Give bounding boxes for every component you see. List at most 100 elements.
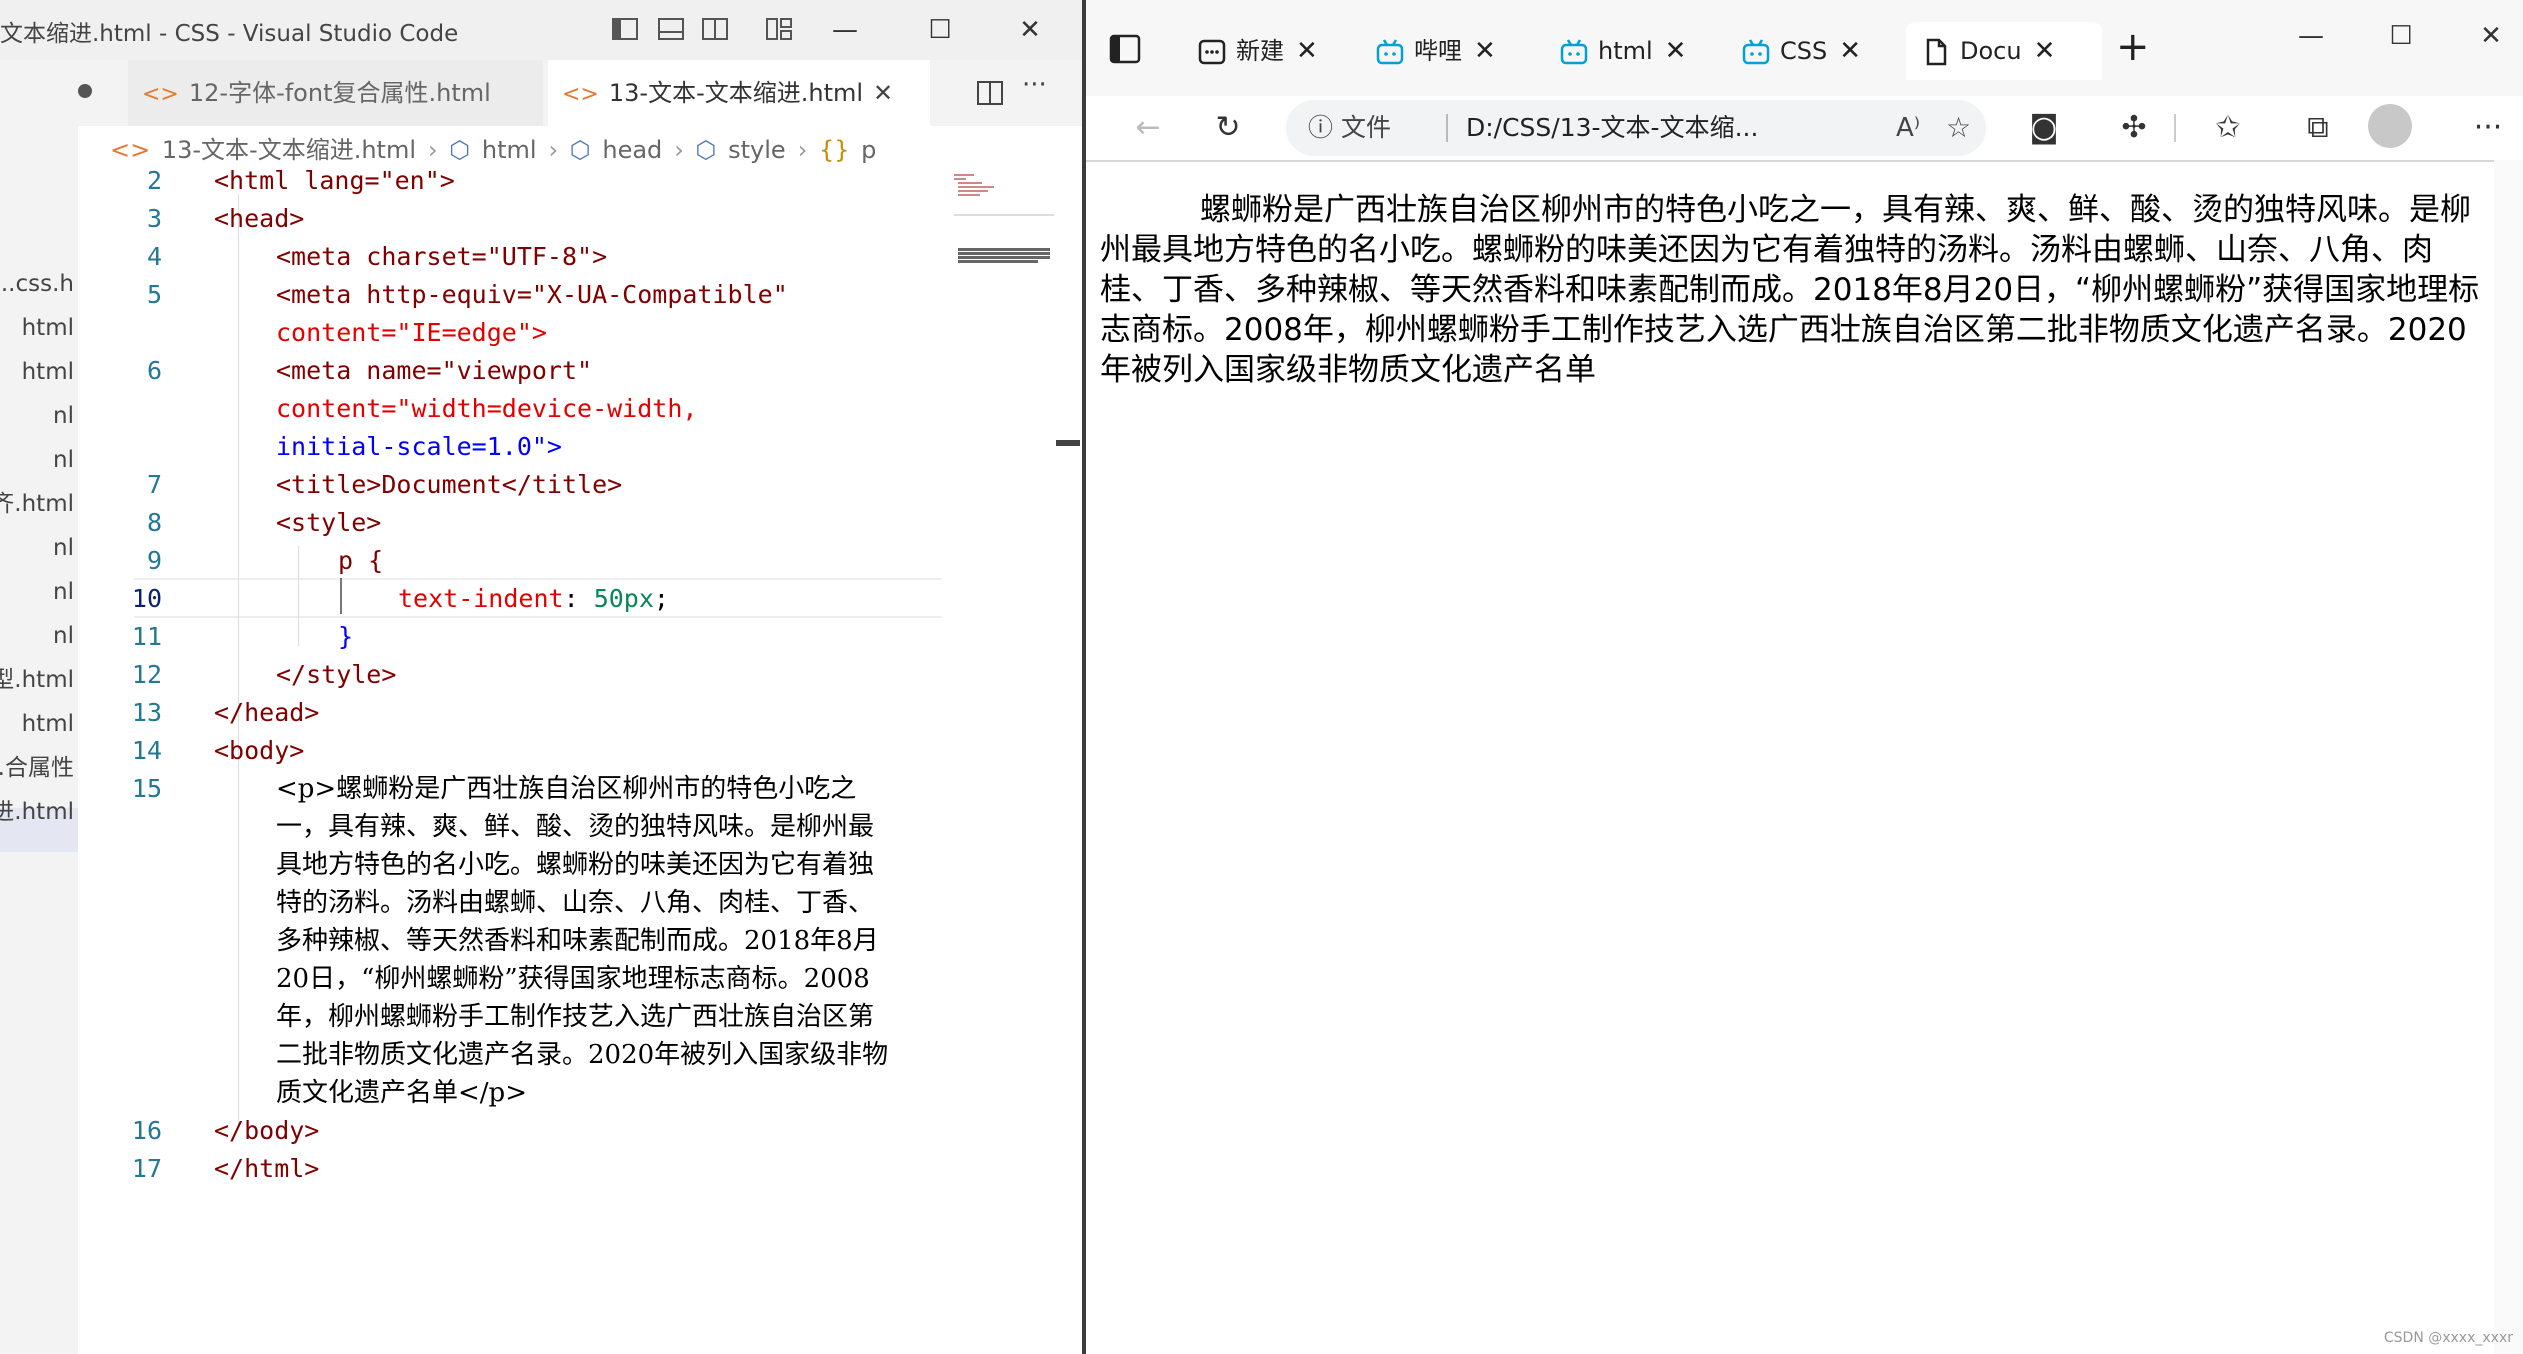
document-icon: [1926, 38, 1947, 66]
code-line: <title>Document</title>: [276, 470, 623, 499]
browser-tab-css[interactable]: CSS ✕: [1742, 22, 1861, 80]
explorer-item[interactable]: 进.html: [0, 790, 74, 834]
address-bar[interactable]: ⓘ 文件 D:/CSS/13-文本-文本缩... A⁾ ☆: [1286, 100, 1986, 156]
explorer-item[interactable]: nl: [0, 394, 74, 438]
close-tab-icon[interactable]: ✕: [1665, 36, 1687, 66]
code-line-paragraph: 20日，“柳州螺蛳粉”获得国家地理标志商标。2008: [276, 964, 870, 994]
line-number: 15: [131, 774, 162, 803]
close-tab-icon[interactable]: ✕: [1296, 36, 1318, 66]
tab-text-indent[interactable]: <> 13-文本-文本缩进.html ✕: [548, 60, 930, 126]
line-number: 9: [146, 546, 162, 575]
new-tab-button[interactable]: +: [2116, 24, 2150, 70]
line-number: 7: [146, 470, 162, 499]
extension-icon[interactable]: ◙: [2016, 100, 2072, 156]
edge-browser-window: 新建 ✕ 哔哩 ✕ html ✕ CSS ✕ Docu ✕ + — ☐ ✕ ← ↻ ⓘ 文…: [1086, 0, 2523, 1354]
window-title: 文本缩进.html - CSS - Visual Studio Code: [0, 21, 459, 47]
address-divider: [1446, 114, 1448, 142]
new-tab-icon: [1198, 39, 1226, 65]
explorer-item[interactable]: html: [0, 306, 74, 350]
explorer-item[interactable]: 合属性...: [0, 746, 74, 790]
code-line: </body>: [214, 1116, 320, 1145]
bilibili-icon: [1560, 39, 1588, 65]
extensions-icon[interactable]: ✣: [2106, 100, 2162, 156]
html-file-icon: <>: [562, 82, 599, 107]
breadcrumb-style[interactable]: style: [728, 136, 786, 164]
collections-icon[interactable]: ⧉: [2290, 100, 2346, 156]
selector-icon: {}: [818, 136, 850, 164]
vscode-titlebar: 文本缩进.html - CSS - Visual Studio Code — ☐…: [0, 0, 1082, 60]
explorer-item[interactable]: css.h...: [0, 262, 74, 306]
explorer-item[interactable]: 齐.html: [0, 482, 74, 526]
code-line: <html lang="en">: [214, 166, 455, 195]
url-text[interactable]: D:/CSS/13-文本-文本缩...: [1466, 100, 1758, 156]
code-line: content="IE=edge">: [276, 318, 547, 347]
tab-actions-icon[interactable]: [1108, 32, 1142, 66]
back-button[interactable]: ←: [1120, 100, 1176, 156]
explorer-item[interactable]: nl: [0, 438, 74, 482]
tab-label: 13-文本-文本缩进.html: [608, 79, 864, 107]
close-tab-icon[interactable]: ✕: [1474, 36, 1496, 66]
split-editor-icon[interactable]: [975, 78, 1005, 108]
refresh-button[interactable]: ↻: [1200, 100, 1256, 156]
minimize-button[interactable]: —: [2286, 14, 2336, 58]
breadcrumb-file[interactable]: 13-文本-文本缩进.html: [162, 136, 416, 164]
add-favorite-icon[interactable]: ☆: [1946, 100, 1971, 156]
breadcrumb-html[interactable]: html: [482, 136, 537, 164]
maximize-button[interactable]: ☐: [915, 8, 965, 52]
favorites-icon[interactable]: ✩: [2200, 100, 2256, 156]
css-property: text-indent: [398, 584, 564, 613]
text-cursor: [340, 578, 342, 614]
code-line-paragraph: 二批非物质文化遗产名录。2020年被列入国家级非物: [276, 1040, 889, 1070]
tab-label: html: [1598, 37, 1653, 65]
close-button[interactable]: ✕: [1005, 8, 1055, 52]
line-number: 2: [146, 166, 162, 195]
line-number: 6: [146, 356, 162, 385]
explorer-item[interactable]: nl: [0, 614, 74, 658]
line-number: 13: [131, 698, 162, 727]
line-number: 4: [146, 242, 162, 271]
line-number: 16: [131, 1116, 162, 1145]
toggle-sidebar-icon[interactable]: [610, 14, 640, 44]
read-aloud-icon[interactable]: A⁾: [1896, 100, 1920, 156]
explorer-item[interactable]: nl: [0, 526, 74, 570]
explorer-item[interactable]: nl: [0, 570, 74, 614]
code-line-paragraph: 特的汤料。汤料由螺蛳、山奈、八角、肉桂、丁香、: [276, 888, 875, 918]
close-tab-icon[interactable]: ✕: [873, 79, 893, 107]
close-tab-icon[interactable]: ✕: [2034, 36, 2056, 66]
customize-layout-icon[interactable]: [764, 14, 794, 44]
line-number: 5: [146, 280, 162, 309]
page-scrollbar[interactable]: [2494, 160, 2523, 1354]
settings-more-icon[interactable]: ···: [2460, 100, 2516, 156]
breadcrumb-head[interactable]: head: [602, 136, 662, 164]
maximize-button[interactable]: ☐: [2376, 14, 2426, 58]
explorer-item[interactable]: 型.html: [0, 658, 74, 702]
browser-tab-document[interactable]: Docu ✕: [1906, 22, 2102, 80]
close-tab-icon[interactable]: ✕: [1839, 36, 1861, 66]
minimize-button[interactable]: —: [820, 8, 870, 52]
editor-scrollbar[interactable]: [1056, 440, 1080, 446]
explorer-item[interactable]: html: [0, 350, 74, 394]
watermark: CSDN @xxxx_xxxr: [2383, 1330, 2513, 1346]
line-number: 14: [131, 736, 162, 765]
browser-toolbar: ← ↻ ⓘ 文件 D:/CSS/13-文本-文本缩... A⁾ ☆ ◙ ✣ ✩ …: [1086, 96, 2523, 162]
line-number: 17: [131, 1154, 162, 1183]
browser-tab-new[interactable]: 新建 ✕: [1198, 22, 1318, 80]
html-file-icon: <>: [142, 82, 179, 107]
editor-more-actions-icon[interactable]: ···: [1022, 70, 1047, 100]
code-line: text-indent: 50px;: [398, 584, 669, 613]
tab-font-composite[interactable]: <> 12-字体-font复合属性.html: [128, 60, 543, 126]
toolbar-divider: [2174, 114, 2176, 142]
breadcrumb-p[interactable]: p: [861, 136, 876, 164]
toggle-secondary-sidebar-icon[interactable]: [700, 14, 730, 44]
toggle-panel-icon[interactable]: [656, 14, 686, 44]
browser-tab-html[interactable]: html ✕: [1560, 22, 1686, 80]
site-info[interactable]: ⓘ 文件: [1308, 100, 1391, 156]
element-icon: ⬡: [569, 136, 591, 164]
profile-avatar[interactable]: [2368, 104, 2412, 148]
tab-label: CSS: [1780, 37, 1828, 65]
close-button[interactable]: ✕: [2466, 14, 2516, 58]
minimap[interactable]: [952, 172, 1056, 292]
bilibili-icon: [1742, 39, 1770, 65]
explorer-item[interactable]: html: [0, 702, 74, 746]
browser-tab-bilibili[interactable]: 哔哩 ✕: [1376, 22, 1496, 80]
